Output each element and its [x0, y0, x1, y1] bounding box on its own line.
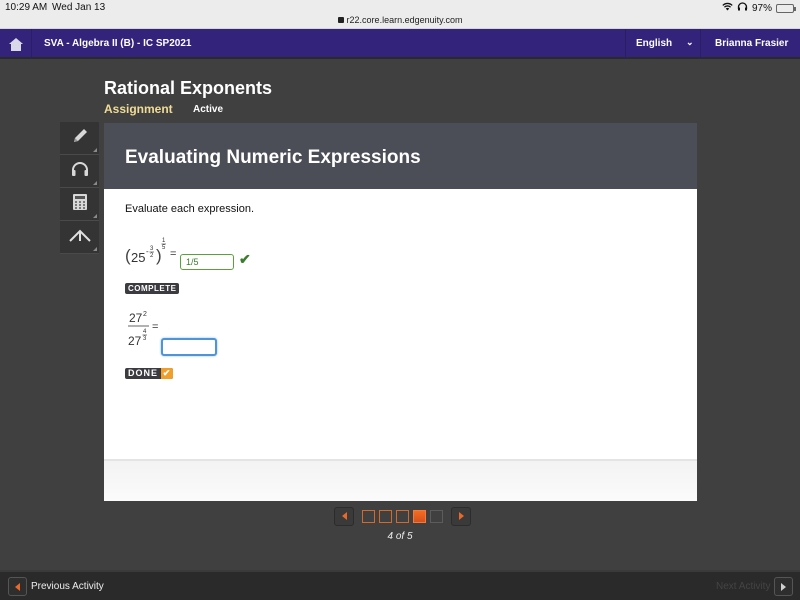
arrow-right-icon	[781, 582, 786, 591]
instruction-text: Evaluate each expression.	[125, 203, 255, 215]
home-button[interactable]	[0, 29, 32, 59]
home-icon	[8, 37, 23, 51]
page-indicator-5[interactable]	[430, 509, 443, 523]
browser-status-bar: 10:29 AM Wed Jan 13 97% r22.core.learn.e…	[0, 0, 800, 29]
activity-footer	[104, 459, 697, 501]
battery-icon	[776, 3, 796, 13]
q1-outer-exp-num: 1	[162, 238, 166, 244]
lock-icon	[337, 17, 344, 23]
page-indicator-4[interactable]	[413, 509, 426, 523]
audio-tool-button[interactable]	[60, 155, 99, 188]
course-title[interactable]: SVA - Algebra II (B) - IC SP2021	[44, 38, 191, 49]
activity-status: Active	[193, 104, 224, 115]
status-date: Wed Jan 13	[52, 2, 106, 13]
question-pager	[334, 506, 471, 526]
q2-den-exp-num: 4	[143, 329, 147, 335]
question-1-answer-input[interactable]: 1/5	[180, 254, 234, 270]
app-header: SVA - Algebra II (B) - IC SP2021 English…	[0, 29, 800, 59]
q1-close-paren: )	[156, 246, 162, 265]
language-label: English	[636, 38, 673, 49]
checkmark-icon: ✔	[161, 368, 174, 379]
status-time: 10:29 AM	[5, 2, 48, 13]
next-question-button[interactable]	[451, 506, 471, 526]
activity-title: Evaluating Numeric Expressions	[125, 147, 421, 168]
activity-nav-bar: Previous Activity Next Activity	[0, 570, 800, 600]
q2-num-base: 27	[129, 311, 143, 325]
formula-tool-button[interactable]	[60, 221, 99, 254]
pencil-icon	[71, 127, 89, 150]
activity-card: Evaluating Numeric Expressions Evaluate …	[104, 123, 697, 501]
previous-question-button[interactable]	[334, 506, 354, 526]
page-indicator-3[interactable]	[396, 509, 409, 523]
language-select[interactable]: English ⌄	[625, 29, 701, 59]
arrow-left-icon	[341, 512, 347, 520]
q1-base: 25	[131, 250, 145, 265]
q2-den-base: 27	[128, 334, 142, 348]
next-activity-label: Next Activity	[716, 581, 771, 592]
arrow-left-icon	[15, 582, 20, 591]
q2-equals: =	[152, 321, 158, 333]
activity-header: Evaluating Numeric Expressions	[104, 123, 697, 189]
user-name-menu[interactable]: Brianna Frasier	[715, 38, 788, 49]
question-2-answer-input[interactable]	[161, 338, 217, 356]
calculator-tool-button[interactable]	[60, 188, 99, 221]
q1-outer-exp-den: 5	[162, 245, 166, 251]
q1-equals: =	[170, 248, 176, 260]
complete-badge: COMPLETE	[125, 283, 180, 294]
q1-inner-sign: -	[146, 247, 149, 256]
chevron-down-icon: ⌄	[686, 37, 694, 47]
url-text: r22.core.learn.edgenuity.com	[346, 15, 463, 25]
arrow-right-icon	[458, 512, 464, 520]
previous-activity-label[interactable]: Previous Activity	[31, 581, 104, 592]
next-activity-button	[774, 577, 793, 596]
pencil-tool-button[interactable]	[60, 122, 99, 155]
battery-percent: 97%	[751, 2, 772, 14]
lesson-title: Rational Exponents	[104, 78, 273, 98]
page-indicator-2[interactable]	[379, 509, 392, 523]
page-count: 4 of 5	[387, 531, 413, 542]
q2-num-exp: 2	[143, 311, 147, 318]
previous-activity-button[interactable]	[8, 577, 27, 596]
headphones-status-icon	[737, 2, 748, 14]
page-indicators	[362, 509, 443, 523]
question-1-expression: ( 25 - 3 2 ) 1 5 =	[125, 235, 185, 265]
done-label: DONE	[128, 368, 159, 378]
headphones-icon	[70, 161, 90, 182]
page-indicator-1[interactable]	[362, 509, 375, 523]
q2-den-exp-den: 3	[143, 336, 147, 342]
calculator-icon	[72, 193, 88, 216]
correct-check-icon: ✔	[239, 251, 251, 267]
done-button[interactable]: DONE ✔	[125, 368, 174, 379]
wifi-icon	[722, 2, 733, 14]
q1-inner-exp-den: 2	[150, 253, 154, 259]
status-indicators: 97%	[722, 2, 796, 14]
q1-inner-exp-num: 3	[150, 246, 154, 252]
formula-icon	[68, 228, 92, 247]
address-bar[interactable]: r22.core.learn.edgenuity.com	[0, 15, 800, 25]
activity-type: Assignment	[104, 102, 173, 116]
tool-palette	[60, 122, 99, 254]
